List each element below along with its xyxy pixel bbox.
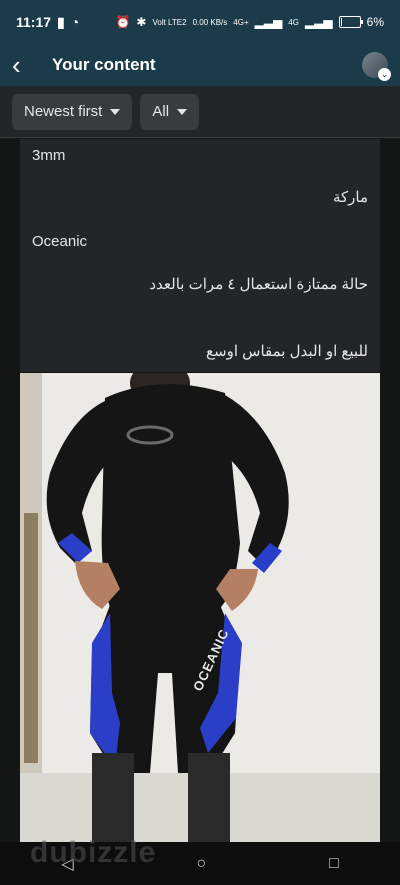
- caret-down-icon: [110, 108, 121, 115]
- status-bar: 11:17 ▮ ◔ ⏰ ✱ Volt LTE2 0.00 KB/s 4G+ ▂▃…: [0, 0, 400, 44]
- type-label: All: [152, 103, 170, 120]
- speed-label: 0.00 KB/s: [192, 17, 228, 27]
- battery-icon: [338, 16, 363, 28]
- sort-label: Newest first: [24, 103, 103, 120]
- battery-percent: 6%: [366, 15, 384, 29]
- post-line-thickness: 3mm: [32, 147, 66, 164]
- caret-down-icon: [177, 108, 188, 115]
- page-title: Your content: [52, 55, 156, 74]
- net1-label: 4G+: [233, 17, 249, 27]
- back-arrow-icon[interactable]: ‹: [12, 52, 40, 78]
- status-left: 11:17 ▮ ◔: [16, 14, 79, 31]
- app-header: ‹ Your content ⌄: [0, 44, 400, 86]
- post-line-condition: حالة ممتازة استعمال ٤ مرات بالعدد: [149, 276, 368, 293]
- net2-label: 4G: [288, 17, 299, 27]
- signal1-icon: ▂▃▅: [254, 15, 283, 29]
- sort-dropdown[interactable]: Newest first: [12, 93, 133, 130]
- status-time: 11:17: [16, 14, 52, 30]
- signal2-icon: ▂▃▅: [304, 15, 333, 29]
- post-photo[interactable]: OCEANIC: [20, 373, 380, 842]
- chevron-down-icon: ⌄: [378, 68, 391, 81]
- wetsuit-photo: [20, 373, 380, 842]
- network-label: Volt LTE2: [152, 17, 187, 27]
- post-content: 3mm ماركة Oceanic حالة ممتازة استعمال ٤ …: [0, 139, 400, 842]
- bluetooth-icon: ✱: [136, 15, 147, 29]
- whatsapp-icon: ◔: [70, 14, 80, 30]
- post-line-sale: للبيع او البدل بمقاس اوسع: [206, 343, 368, 360]
- avatar[interactable]: ⌄: [362, 52, 391, 81]
- battery-fill: [340, 18, 342, 26]
- status-right: ⏰ ✱ Volt LTE2 0.00 KB/s 4G+ ▂▃▅ 4G ▂▃▅ 6…: [115, 15, 384, 29]
- post-line-brand: Oceanic: [32, 233, 88, 250]
- filter-bar: Newest first All: [0, 86, 400, 138]
- alarm-icon: ⏰: [115, 15, 131, 29]
- watermark-text: dubizzle: [30, 836, 157, 869]
- recents-square-icon[interactable]: □: [329, 855, 339, 873]
- post-line-brand-label: ماركة: [332, 189, 368, 206]
- post-text-card: 3mm ماركة Oceanic حالة ممتازة استعمال ٤ …: [20, 139, 380, 372]
- type-dropdown[interactable]: All: [140, 93, 200, 130]
- home-circle-icon[interactable]: ○: [196, 855, 206, 873]
- battery-saver-icon: ▮: [57, 13, 65, 30]
